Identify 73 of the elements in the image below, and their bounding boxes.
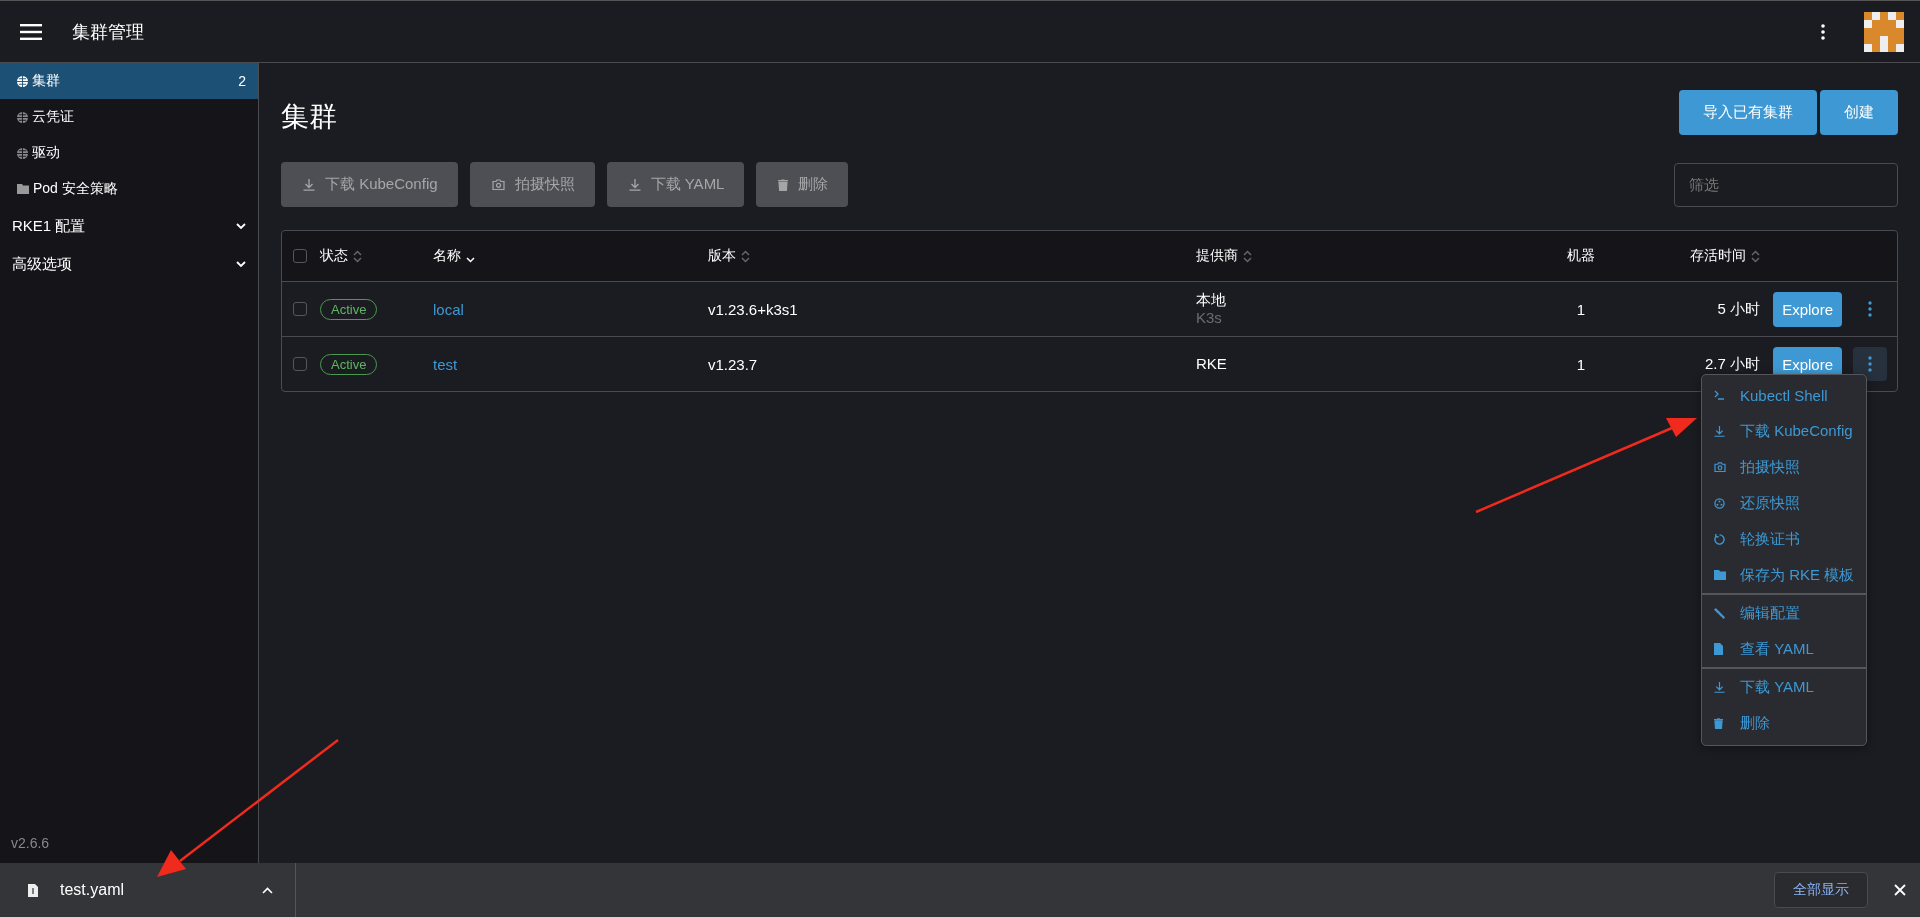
explore-button[interactable]: Explore bbox=[1773, 291, 1842, 327]
file-icon bbox=[1714, 643, 1723, 655]
menu-item[interactable]: 保存为 RKE 模板 bbox=[1702, 557, 1866, 593]
cluster-name-link[interactable]: local bbox=[433, 300, 464, 318]
download-icon bbox=[303, 178, 315, 191]
provider-text: 本地 bbox=[1196, 291, 1227, 309]
file-icon bbox=[28, 883, 38, 897]
filter-field[interactable]: 筛选 bbox=[1674, 162, 1898, 207]
age-text: 2.7 小时 bbox=[1704, 354, 1760, 374]
menu-item[interactable]: 还原快照 bbox=[1702, 485, 1866, 521]
column-header[interactable]: 版本 bbox=[708, 247, 736, 265]
menu-item[interactable]: 查看 YAML bbox=[1702, 631, 1866, 667]
trash-icon bbox=[778, 178, 789, 191]
trash-icon bbox=[1714, 717, 1723, 729]
sidebar-item[interactable]: 驱动 bbox=[0, 135, 258, 171]
age-text: 5 小时 bbox=[1717, 299, 1760, 319]
column-header[interactable]: 提供商 bbox=[1196, 247, 1238, 265]
provider-detail: K3s bbox=[1196, 309, 1223, 327]
menu-item[interactable]: 下载 YAML bbox=[1702, 669, 1866, 705]
sidebar-item[interactable]: Pod 安全策略 bbox=[0, 171, 258, 207]
sidebar-group[interactable]: RKE1 配置 bbox=[0, 207, 258, 245]
close-icon[interactable] bbox=[1894, 884, 1906, 896]
sidebar-group[interactable]: 高级选项 bbox=[0, 245, 258, 283]
more-icon bbox=[1867, 356, 1872, 372]
more-icon bbox=[1867, 301, 1872, 317]
terminal-icon bbox=[1714, 390, 1724, 400]
chevron-icon bbox=[236, 260, 246, 268]
sidebar-item[interactable]: 云凭证 bbox=[0, 99, 258, 135]
action-button[interactable]: 导入已有集群 bbox=[1679, 90, 1817, 135]
column-header[interactable]: 名称 bbox=[433, 247, 461, 265]
menu-item[interactable]: 拍摄快照 bbox=[1702, 449, 1866, 485]
camera-icon bbox=[491, 179, 505, 190]
cluster-name-link[interactable]: test bbox=[433, 355, 458, 373]
download-icon bbox=[1714, 425, 1725, 437]
folder-icon bbox=[17, 184, 29, 194]
show-all-button[interactable]: 全部显示 bbox=[1774, 872, 1868, 908]
page-title: 集群 bbox=[281, 100, 337, 134]
provider-text: RKE bbox=[1196, 355, 1228, 373]
refresh-icon bbox=[1714, 533, 1725, 545]
version-label: v2.6.6 bbox=[10, 835, 51, 853]
restore-icon bbox=[1714, 497, 1725, 509]
pencil-icon bbox=[1714, 607, 1725, 619]
menu-item[interactable]: 轮换证书 bbox=[1702, 521, 1866, 557]
more-icon[interactable] bbox=[1820, 22, 1826, 41]
globe-icon bbox=[17, 111, 28, 123]
chevron-icon bbox=[236, 222, 246, 230]
globe-icon bbox=[17, 75, 28, 87]
sidebar-item[interactable]: 集群 2 bbox=[0, 63, 258, 99]
row-checkbox[interactable] bbox=[293, 357, 307, 371]
download-file-name[interactable]: test.yaml bbox=[60, 881, 124, 899]
action-button[interactable]: 创建 bbox=[1820, 90, 1898, 135]
menu-item[interactable]: 编辑配置 bbox=[1702, 595, 1866, 631]
column-header[interactable]: 存活时间 bbox=[1690, 247, 1746, 265]
version-text: v1.23.7 bbox=[708, 355, 758, 373]
row-checkbox[interactable] bbox=[293, 302, 307, 316]
globe-icon bbox=[17, 147, 28, 159]
machine-count: 1 bbox=[1576, 355, 1586, 373]
column-header[interactable]: 状态 bbox=[320, 247, 348, 265]
select-all-checkbox[interactable] bbox=[293, 249, 307, 263]
app-title: 集群管理 bbox=[72, 20, 144, 44]
folder-icon bbox=[1714, 570, 1726, 580]
machine-count: 1 bbox=[1576, 300, 1586, 318]
download-icon bbox=[1714, 681, 1725, 693]
menu-item[interactable]: 下载 KubeConfig bbox=[1702, 413, 1866, 449]
avatar-icon[interactable] bbox=[1864, 11, 1904, 52]
download-icon bbox=[628, 178, 641, 191]
menu-icon[interactable] bbox=[20, 23, 42, 40]
column-header[interactable]: 机器 bbox=[1567, 247, 1595, 265]
version-text: v1.23.6+k3s1 bbox=[708, 300, 798, 318]
row-actions-button[interactable] bbox=[1852, 347, 1887, 381]
chevron-icon[interactable] bbox=[262, 886, 273, 894]
menu-item[interactable]: 删除 bbox=[1702, 705, 1866, 741]
camera-icon bbox=[1714, 462, 1726, 472]
